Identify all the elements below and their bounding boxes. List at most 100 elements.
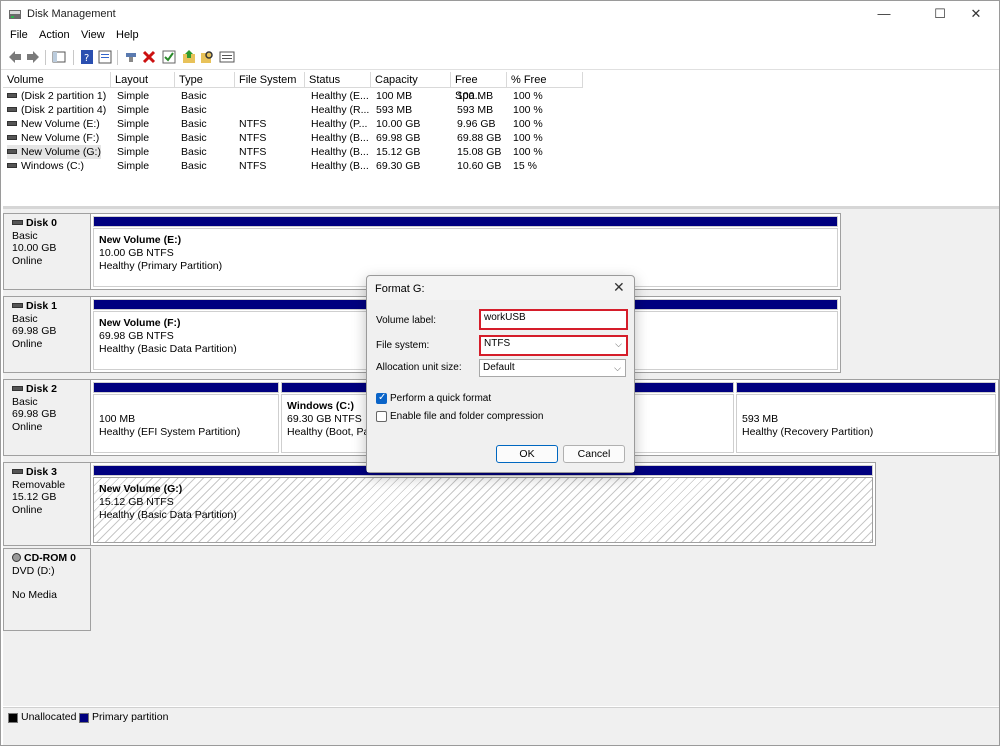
column-header-layout[interactable]: Layout bbox=[111, 72, 175, 88]
partition-block[interactable]: 100 MB Healthy (EFI System Partition) bbox=[93, 382, 279, 453]
ok-button[interactable]: OK bbox=[496, 445, 558, 463]
compression-checkbox[interactable] bbox=[376, 411, 387, 422]
console-tree-icon[interactable] bbox=[51, 49, 67, 65]
volume-name-text: (Disk 2 partition 1) bbox=[21, 90, 107, 102]
cell-type: Basic bbox=[181, 104, 207, 116]
disk-label-1[interactable]: Disk 1 Basic 69.98 GB Online bbox=[3, 296, 91, 373]
volume-name-text: New Volume (E:) bbox=[21, 118, 100, 130]
disk-icon bbox=[12, 385, 23, 391]
list-icon[interactable] bbox=[219, 49, 235, 65]
search-icon[interactable] bbox=[199, 49, 215, 65]
volume-name: New Volume (G:) bbox=[7, 145, 101, 159]
column-header-free-space[interactable]: Free Spa... bbox=[451, 72, 507, 102]
menu-file[interactable]: File bbox=[10, 29, 28, 41]
toolbar-separator bbox=[45, 50, 46, 65]
cell-type: Basic bbox=[181, 146, 207, 158]
primary-partition-bar bbox=[736, 382, 996, 393]
menu-action[interactable]: Action bbox=[39, 29, 70, 41]
disk-label-cdrom[interactable]: CD-ROM 0 DVD (D:) No Media bbox=[3, 548, 91, 631]
partition-block[interactable]: 593 MB Healthy (Recovery Partition) bbox=[736, 382, 996, 453]
quick-format-checkbox[interactable] bbox=[376, 392, 387, 404]
close-window-button[interactable]: ✕ bbox=[953, 1, 999, 27]
disk-state: Online bbox=[12, 503, 43, 516]
connect-icon[interactable] bbox=[123, 49, 139, 65]
minimize-button[interactable]: — bbox=[861, 1, 907, 27]
drive-icon bbox=[7, 106, 17, 112]
cell-layout: Simple bbox=[117, 104, 150, 116]
disk-size: 10.00 GB bbox=[12, 242, 57, 254]
table-row[interactable]: (Disk 2 partition 4) Simple Basic Health… bbox=[3, 103, 999, 117]
volume-label-input[interactable]: workUSB bbox=[479, 309, 628, 330]
disk-name: CD-ROM 0 bbox=[24, 552, 76, 564]
back-arrow-icon[interactable] bbox=[7, 49, 23, 65]
file-system-value: NTFS bbox=[484, 338, 511, 349]
volume-name-text: Windows (C:) bbox=[21, 160, 85, 172]
disk-state: Online bbox=[12, 420, 43, 433]
column-header-percent-free[interactable]: % Free bbox=[507, 72, 583, 88]
drive-icon bbox=[7, 148, 17, 154]
allocation-unit-select[interactable]: Default ⌵ bbox=[479, 359, 626, 377]
partition-status: Healthy (Recovery Partition) bbox=[742, 426, 874, 438]
legend: Unallocated Primary partition bbox=[3, 707, 999, 727]
partition-block[interactable]: New Volume (G:) 15.12 GB NTFS Healthy (B… bbox=[93, 465, 873, 543]
partition-size: 100 MB bbox=[99, 413, 136, 425]
cell-layout: Simple bbox=[117, 146, 150, 158]
legend-label-primary: Primary partition bbox=[92, 711, 169, 723]
partition-status: Healthy (Primary Partition) bbox=[99, 260, 223, 272]
cell-free-space: 100 MB bbox=[457, 90, 494, 102]
cell-layout: Simple bbox=[117, 132, 150, 144]
volume-list: Volume Layout Type File System Status Ca… bbox=[3, 72, 999, 205]
partition-status: Healthy (Basic Data Partition) bbox=[99, 509, 237, 521]
column-header-file-system[interactable]: File System bbox=[235, 72, 305, 88]
toolbar-separator bbox=[117, 50, 118, 65]
table-row[interactable]: (Disk 2 partition 1) Simple Basic Health… bbox=[3, 89, 999, 103]
primary-partition-bar bbox=[93, 216, 838, 227]
column-header-type[interactable]: Type bbox=[175, 72, 235, 88]
cell-percent-free: 100 % bbox=[513, 118, 543, 130]
cell-status: Healthy (B... bbox=[311, 132, 369, 144]
primary-partition-bar bbox=[93, 382, 279, 393]
properties-icon[interactable] bbox=[97, 49, 113, 65]
cell-free-space: 10.60 GB bbox=[457, 160, 502, 172]
table-row[interactable]: New Volume (G:) Simple Basic NTFS Health… bbox=[3, 145, 999, 159]
table-row[interactable]: Windows (C:) Simple Basic NTFS Healthy (… bbox=[3, 159, 999, 173]
cancel-button[interactable]: Cancel bbox=[563, 445, 625, 463]
menu-help[interactable]: Help bbox=[116, 29, 139, 41]
column-header-volume[interactable]: Volume bbox=[3, 72, 111, 88]
disk-label-0[interactable]: Disk 0 Basic 10.00 GB Online bbox=[3, 213, 91, 290]
check-icon[interactable] bbox=[161, 49, 177, 65]
partition-title: New Volume (G:) bbox=[99, 483, 183, 495]
disk-type: Basic bbox=[12, 312, 38, 325]
dialog-body: Volume label: workUSB File system: NTFS ⌵… bbox=[367, 300, 634, 472]
disk-label-2[interactable]: Disk 2 Basic 69.98 GB Online bbox=[3, 379, 91, 456]
forward-arrow-icon[interactable] bbox=[25, 49, 41, 65]
partition-size: 15.12 GB NTFS bbox=[99, 496, 174, 508]
drive-icon bbox=[7, 120, 17, 126]
cell-type: Basic bbox=[181, 160, 207, 172]
toolbar: ? bbox=[1, 46, 999, 70]
disk-icon bbox=[12, 219, 23, 225]
up-folder-icon[interactable] bbox=[181, 49, 197, 65]
title-bar: Disk Management — ☐ ✕ bbox=[1, 1, 999, 27]
column-header-status[interactable]: Status bbox=[305, 72, 371, 88]
cell-capacity: 100 MB bbox=[376, 90, 413, 102]
svg-text:?: ? bbox=[84, 53, 89, 64]
volume-label-value: workUSB bbox=[484, 312, 526, 323]
cell-capacity: 10.00 GB bbox=[376, 118, 421, 130]
delete-icon[interactable] bbox=[141, 49, 157, 65]
dialog-close-icon[interactable]: ✕ bbox=[613, 279, 625, 296]
cell-status: Healthy (B... bbox=[311, 146, 369, 158]
disk-label-3[interactable]: Disk 3 Removable 15.12 GB Online bbox=[3, 462, 91, 546]
help-icon[interactable]: ? bbox=[79, 49, 95, 65]
cell-file-system: NTFS bbox=[239, 118, 267, 130]
menu-view[interactable]: View bbox=[81, 29, 105, 41]
table-row[interactable]: New Volume (E:) Simple Basic NTFS Health… bbox=[3, 117, 999, 131]
table-row[interactable]: New Volume (F:) Simple Basic NTFS Health… bbox=[3, 131, 999, 145]
volume-name-text: New Volume (G:) bbox=[21, 146, 101, 158]
cell-status: Healthy (B... bbox=[311, 160, 369, 172]
cell-percent-free: 100 % bbox=[513, 146, 543, 158]
column-header-capacity[interactable]: Capacity bbox=[371, 72, 451, 88]
selected-partition-body: New Volume (G:) 15.12 GB NTFS Healthy (B… bbox=[93, 477, 873, 543]
file-system-select[interactable]: NTFS ⌵ bbox=[479, 335, 628, 356]
partition-body: 100 MB Healthy (EFI System Partition) bbox=[93, 394, 279, 453]
